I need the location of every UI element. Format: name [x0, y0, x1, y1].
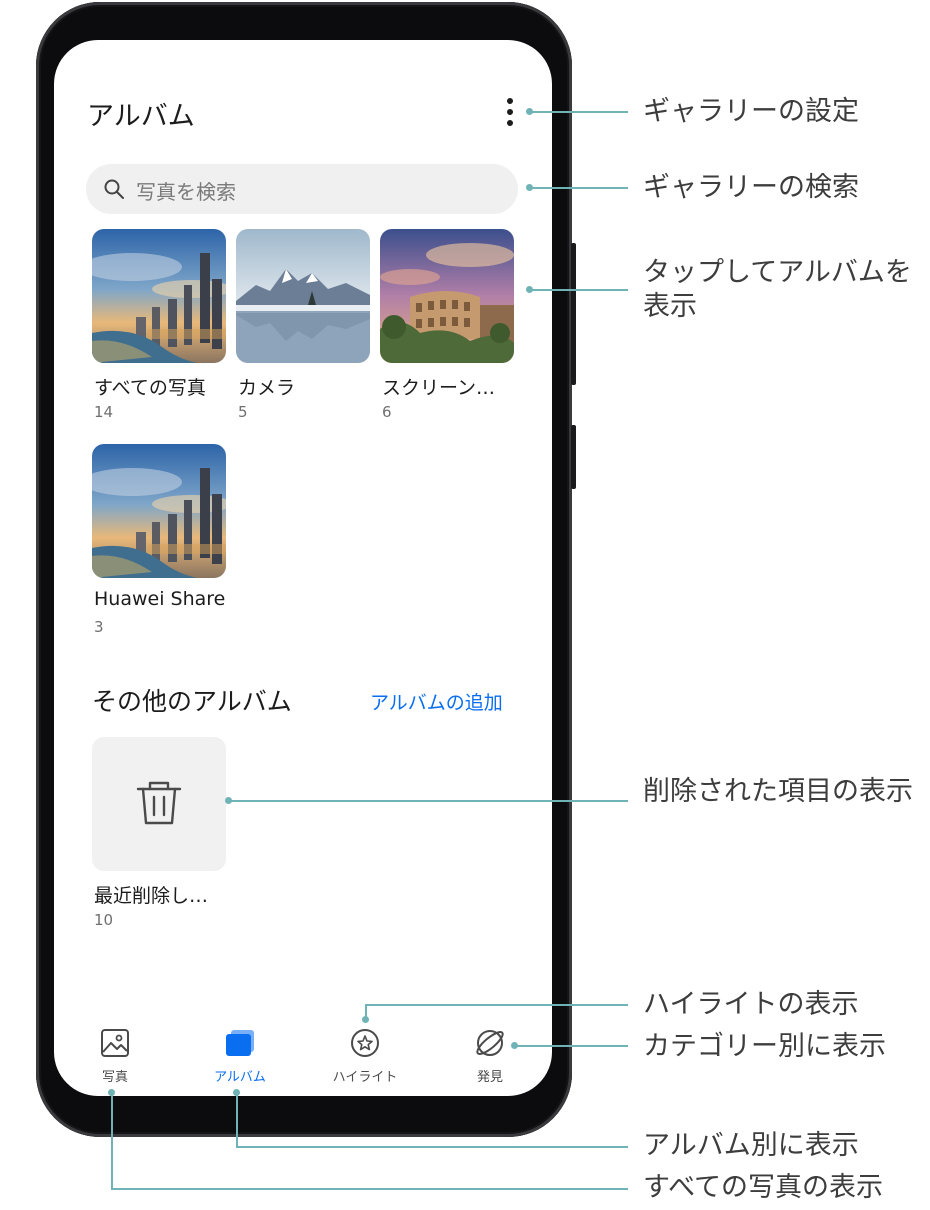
callout-line [365, 1004, 367, 1018]
callout-open-album: タップしてアルバムを表示 [643, 257, 912, 322]
callout-line [530, 111, 628, 113]
album-name: カメラ [238, 377, 296, 399]
album-count: 10 [94, 911, 114, 929]
callout-line [229, 800, 628, 802]
trash-icon [136, 781, 182, 825]
add-album-link[interactable]: アルバムの追加 [370, 688, 503, 715]
nav-highlights[interactable]: ハイライト [315, 1028, 415, 1088]
album-count: 14 [94, 403, 114, 421]
mountain-lake-photo [236, 229, 370, 363]
callout-search: ギャラリーの検索 [643, 172, 859, 203]
nav-albums[interactable]: アルバム [190, 1028, 290, 1088]
colosseum-photo [380, 229, 514, 363]
callout-settings: ギャラリーの設定 [643, 96, 859, 127]
callout-highlights: ハイライトの表示 [643, 989, 859, 1020]
nav-label: アルバム [214, 1070, 266, 1085]
screen: アルバム 写真を検索 すべての写真 14 カメラ 5 スクリーン… 6 Huaw… [54, 40, 552, 1096]
callout-line [515, 1045, 628, 1047]
recently-deleted-thumb [92, 737, 226, 871]
search-input[interactable]: 写真を検索 [136, 176, 236, 205]
nav-label: 発見 [476, 1070, 503, 1085]
nav-label: ハイライト [332, 1070, 398, 1085]
callout-line [236, 1092, 238, 1148]
album-count: 6 [382, 403, 392, 421]
callout-all-photos: すべての写真の表示 [643, 1172, 884, 1203]
nav-label: 写真 [101, 1070, 128, 1085]
album-name: 最近削除し… [94, 885, 209, 907]
callout-line [365, 1004, 628, 1006]
power-button [571, 425, 576, 489]
callout-line [530, 187, 628, 189]
callout-line [111, 1188, 628, 1190]
page-title: アルバム [87, 101, 195, 132]
city-skyline-photo [92, 444, 226, 578]
album-count: 3 [94, 618, 104, 636]
city-skyline-photo [92, 229, 226, 363]
volume-button [571, 243, 576, 385]
album-name: スクリーン… [382, 377, 496, 399]
callout-line [530, 289, 628, 291]
image-icon [101, 1029, 129, 1057]
nav-discover[interactable]: 発見 [440, 1028, 540, 1088]
album-name: すべての写真 [94, 377, 206, 399]
section-title: その他のアルバム [92, 687, 292, 716]
callout-line [236, 1146, 628, 1148]
nav-photos[interactable]: 写真 [65, 1028, 165, 1088]
album-count: 5 [238, 403, 248, 421]
search-bar[interactable]: 写真を検索 [86, 164, 518, 214]
callout-line [111, 1092, 113, 1190]
star-circle-icon [351, 1029, 379, 1057]
album-name: Huawei Share [94, 588, 226, 610]
discover-icon [476, 1030, 504, 1056]
albums-icon [226, 1030, 254, 1056]
search-icon [104, 179, 124, 199]
more-vertical-icon[interactable] [502, 94, 518, 130]
callout-category: カテゴリー別に表示 [643, 1031, 886, 1062]
callout-deleted: 削除された項目の表示 [643, 776, 913, 807]
callout-by-album: アルバム別に表示 [643, 1130, 859, 1161]
